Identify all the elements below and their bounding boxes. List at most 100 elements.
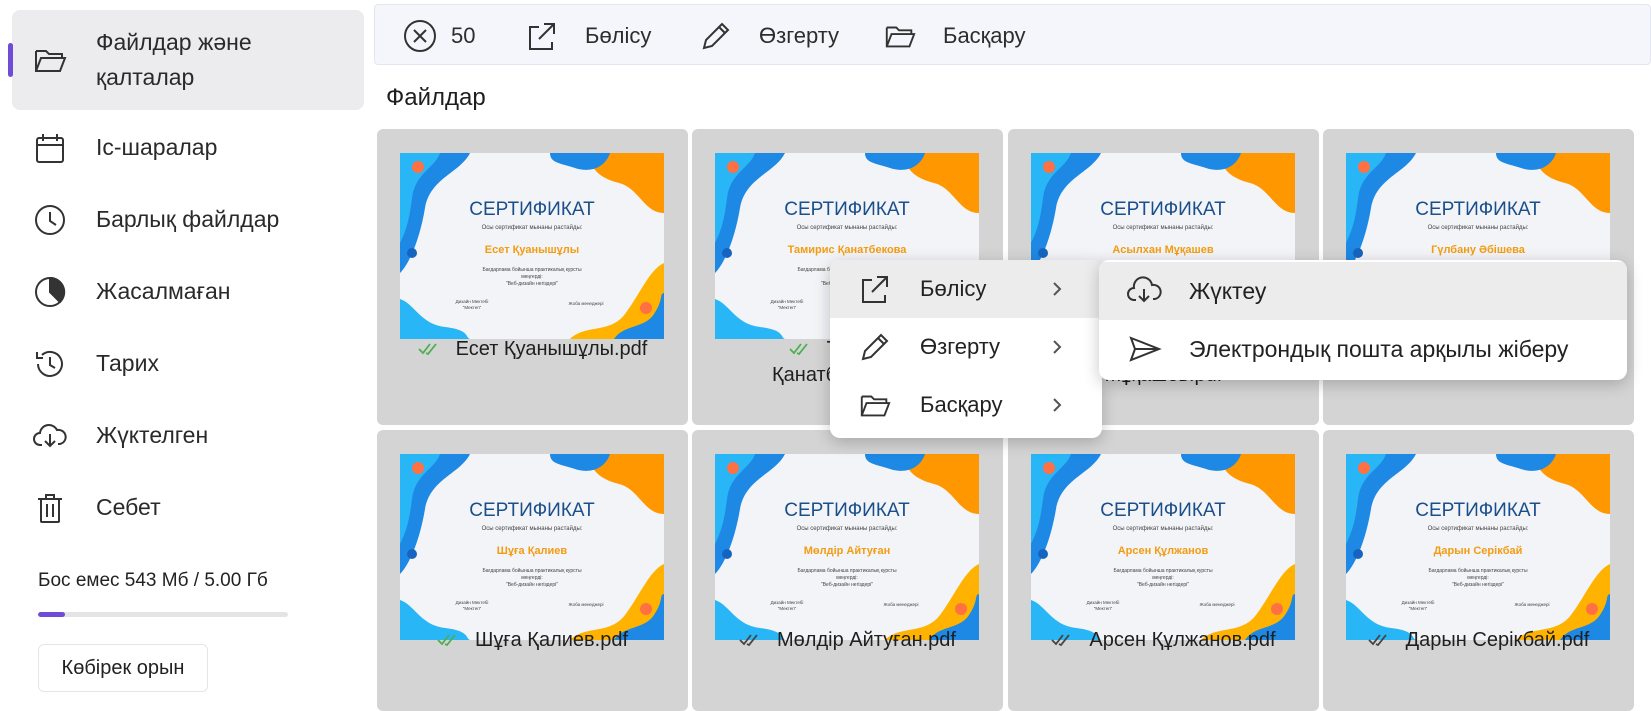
context-menu: Бөлісу Өзгерту Басқару: [830, 260, 1102, 438]
pencil-icon: [861, 333, 889, 361]
certificate-signature: "Мектеп": [778, 606, 797, 611]
certificate-program-line: "Веб-дизайн негіздері": [821, 581, 873, 588]
edit-button[interactable]: Өзгерту: [699, 5, 839, 66]
certificate-heading: СЕРТИФИКАТ: [1415, 199, 1541, 220]
certificate-signature: Дизайн Мектебі: [771, 599, 804, 605]
share-icon: [529, 22, 555, 50]
file-name-text: Есет Қуанышұлы.pdf: [455, 338, 648, 360]
file-card[interactable]: СЕРТИФИКАТ Осы сертификат мынаны растайды…: [1008, 430, 1319, 711]
certificate-program-line: Бағдарлама бойынша практикалық курсты: [1428, 567, 1527, 574]
context-menu-manage[interactable]: Басқару: [830, 376, 1102, 434]
submenu-send-email[interactable]: Электрондық пошта арқылы жіберу: [1099, 320, 1627, 378]
send-icon: [1129, 336, 1162, 362]
more-space-button[interactable]: Көбірек орын: [38, 644, 208, 692]
active-indicator: [8, 43, 13, 77]
certificate-person-name: Тамирис Қанатбекова: [788, 244, 908, 256]
edit-label: Өзгерту: [759, 22, 840, 48]
sidebar-item-label: Барлық файлдар: [96, 206, 280, 232]
sidebar-item-label: Жасалмаған: [96, 278, 231, 304]
certificate-program-line: меңгерді:: [1467, 575, 1489, 581]
certificate-person-name: Арсен Құлжанов: [1118, 545, 1209, 557]
sidebar-item-not-created[interactable]: Жасалмаған: [12, 266, 364, 318]
sidebar-item-label: Тарих: [96, 350, 159, 376]
sidebar-item-downloaded[interactable]: Жүктелген: [12, 410, 364, 462]
file-name: Дарын Серікбай.pdf: [1323, 627, 1634, 653]
certificate-program-line: "Веб-дизайн негіздері": [506, 581, 558, 588]
certificate-program-line: "Веб-дизайн негіздері": [1452, 581, 1504, 588]
certificate-thumbnail: СЕРТИФИКАТ Осы сертификат мынаны растайды…: [1346, 454, 1610, 640]
certificate-signature: Жоба менеджері: [569, 602, 604, 607]
deselect-button[interactable]: 50: [403, 5, 475, 66]
sidebar-item-files-and-folders[interactable]: Файлдар және қалталар: [8, 10, 364, 110]
file-card[interactable]: СЕРТИФИКАТ Осы сертификат мынаны растайды…: [1323, 430, 1634, 711]
sidebar-item-trash[interactable]: Себет: [12, 482, 364, 534]
file-card[interactable]: СЕРТИФИКАТ Осы сертификат мынаны растайды…: [377, 129, 688, 425]
calendar-icon: [32, 130, 68, 166]
sidebar-item-label: Жүктелген: [96, 422, 209, 448]
certificate-confirm-line: Осы сертификат мынаны растайды:: [1113, 224, 1214, 231]
sidebar-item-all-files[interactable]: Барлық файлдар: [12, 194, 364, 246]
certificate-signature: Дизайн Мектебі: [1402, 599, 1435, 605]
certificate-signature: "Мектеп": [1409, 606, 1428, 611]
trash-icon: [32, 490, 68, 526]
sidebar: Файлдар және қалталар Іс-шаралар Барлық …: [0, 0, 370, 711]
certificate-heading: СЕРТИФИКАТ: [784, 500, 910, 521]
chevron-right-icon: [1053, 340, 1062, 354]
chevron-right-icon: [1053, 282, 1062, 296]
certificate-program-line: Бағдарлама бойынша практикалық курсты: [797, 567, 896, 574]
certificate-thumbnail: СЕРТИФИКАТ Осы сертификат мынаны растайды…: [1031, 454, 1295, 640]
manage-label: Басқару: [943, 22, 1026, 48]
chevron-right-icon: [1053, 398, 1062, 412]
share-button[interactable]: Бөлісу: [525, 5, 651, 66]
file-card[interactable]: СЕРТИФИКАТ Осы сертификат мынаны растайды…: [377, 430, 688, 711]
cloud-download-icon: [32, 418, 68, 454]
submenu-download[interactable]: Жүктеу: [1099, 262, 1627, 320]
certificate-confirm-line: Осы сертификат мынаны растайды:: [482, 525, 583, 532]
file-name-text: Мөлдір Айтуған.pdf: [777, 629, 956, 651]
synced-check-icon: [1051, 634, 1071, 647]
pie-chart-icon: [32, 274, 68, 310]
sidebar-item-history[interactable]: Тарих: [12, 338, 364, 390]
file-name-text: Дарын Серікбай.pdf: [1405, 629, 1590, 651]
certificate-signature: "Мектеп": [1094, 606, 1113, 611]
certificate-person-name: Дарын Серікбай: [1434, 545, 1523, 557]
certificate-program-line: Бағдарлама бойынша практикалық курсты: [1113, 567, 1212, 574]
certificate-thumbnail: СЕРТИФИКАТ Осы сертификат мынаны растайды…: [400, 153, 664, 339]
certificate-confirm-line: Осы сертификат мынаны растайды:: [797, 224, 898, 231]
clock-icon: [32, 202, 68, 238]
file-name-text: Шұға Қалиев.pdf: [474, 629, 629, 651]
context-menu-label: Өзгерту: [920, 334, 1001, 359]
sidebar-item-events[interactable]: Іс-шаралар: [12, 122, 364, 174]
file-name: Арсен Құлжанов.pdf: [1008, 627, 1319, 653]
certificate-signature: Жоба менеджері: [569, 301, 604, 306]
context-menu-share[interactable]: Бөлісу: [830, 260, 1102, 318]
storage-usage-text: Бос емес 543 Мб / 5.00 Гб: [38, 570, 268, 591]
pencil-icon: [702, 22, 730, 49]
context-menu-edit[interactable]: Өзгерту: [830, 318, 1102, 376]
certificate-signature: Дизайн Мектебі: [1087, 599, 1120, 605]
certificate-heading: СЕРТИФИКАТ: [1100, 199, 1226, 220]
synced-check-icon: [437, 634, 456, 647]
synced-check-icon: [1367, 634, 1387, 647]
submenu-label: Электрондық пошта арқылы жіберу: [1189, 335, 1569, 362]
folder-open-icon: [32, 42, 68, 78]
certificate-heading: СЕРТИФИКАТ: [1100, 500, 1226, 521]
certificate-program-line: Бағдарлама бойынша практикалық курсты: [482, 266, 581, 273]
certificate-thumbnail: СЕРТИФИКАТ Осы сертификат мынаны растайды…: [400, 454, 664, 640]
sidebar-item-label: Файлдар және: [96, 29, 252, 55]
certificate-program-line: Бағдарлама бойынша практикалық курсты: [482, 567, 581, 574]
manage-button[interactable]: Басқару: [883, 5, 1026, 66]
certificate-person-name: Гүлбану Әбішева: [1431, 244, 1526, 256]
certificate-signature: Жоба менеджері: [1200, 602, 1235, 607]
certificate-signature: Дизайн Мектебі: [771, 298, 804, 304]
certificate-signature: Жоба менеджері: [1515, 602, 1550, 607]
synced-check-icon: [789, 343, 808, 356]
certificate-thumbnail: СЕРТИФИКАТ Осы сертификат мынаны растайды…: [715, 454, 979, 640]
sidebar-item-label: Себет: [96, 494, 161, 520]
toolbar: 50 Бөлісу Өзгерту Басқару: [374, 4, 1651, 65]
storage-progress-bar: [38, 612, 288, 617]
folder-icon: [885, 26, 916, 47]
file-card[interactable]: СЕРТИФИКАТ Осы сертификат мынаны растайды…: [692, 430, 1003, 711]
certificate-signature: Жоба менеджері: [884, 602, 919, 607]
synced-check-icon: [418, 343, 437, 356]
